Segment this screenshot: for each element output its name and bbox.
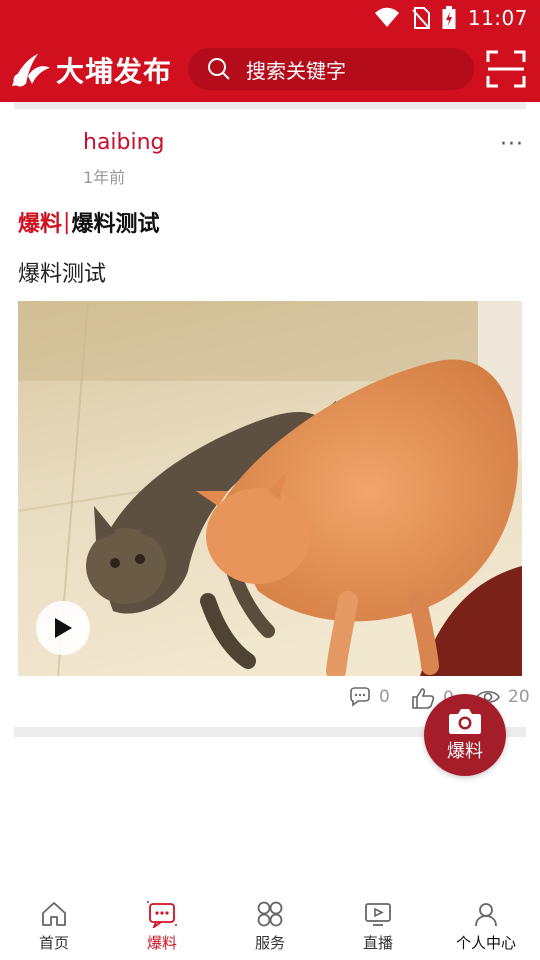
search-bar[interactable]: 搜索关键字 bbox=[188, 48, 474, 90]
search-icon bbox=[208, 58, 230, 80]
divider bbox=[14, 102, 526, 109]
play-icon bbox=[55, 618, 72, 638]
nav-label: 个人中心 bbox=[455, 934, 516, 952]
no-sim-icon bbox=[412, 7, 430, 29]
post-title-row: 爆料 | 爆料测试 bbox=[18, 206, 159, 238]
nav-home[interactable]: 首页 bbox=[0, 896, 108, 960]
nav-label: 服务 bbox=[254, 934, 285, 952]
kittens-photo bbox=[18, 301, 522, 676]
more-options-button[interactable]: ··· bbox=[500, 132, 524, 157]
nav-label: 直播 bbox=[362, 934, 393, 952]
message-dots-icon bbox=[147, 901, 177, 928]
view-count: 20 bbox=[508, 687, 530, 707]
tv-play-icon bbox=[365, 903, 391, 926]
nav-label: 爆料 bbox=[146, 934, 177, 952]
video-thumbnail[interactable] bbox=[18, 301, 522, 676]
app-name: 大埔发布 bbox=[56, 55, 173, 88]
post-title: 爆料测试 bbox=[71, 212, 160, 237]
thumbs-up-icon bbox=[412, 688, 435, 709]
report-fab-button[interactable]: 爆料 bbox=[424, 694, 506, 776]
nav-report[interactable]: 爆料 bbox=[108, 896, 216, 960]
camera-icon bbox=[449, 709, 481, 734]
grid-circles-icon bbox=[257, 901, 283, 927]
logo-mark-icon bbox=[12, 54, 50, 87]
home-icon bbox=[42, 902, 66, 926]
comment-stat[interactable]: 0 bbox=[349, 687, 390, 707]
post-time: 1年前 bbox=[83, 168, 126, 187]
fab-label: 爆料 bbox=[447, 741, 483, 762]
header: 大埔发布 搜索关键字 bbox=[0, 38, 540, 100]
comment-icon bbox=[350, 687, 370, 707]
comment-count: 0 bbox=[379, 687, 390, 707]
play-button[interactable] bbox=[36, 601, 90, 655]
bottom-nav: 首页 爆料 服务 直播 个人中心 bbox=[0, 896, 540, 960]
author-row: haibing 1年前 ··· bbox=[0, 128, 540, 188]
wifi-icon bbox=[374, 7, 399, 27]
scan-icon[interactable] bbox=[486, 50, 526, 88]
tag-separator: | bbox=[63, 209, 71, 235]
status-bar: 11:07 bbox=[0, 0, 540, 36]
author-name[interactable]: haibing bbox=[83, 130, 165, 155]
nav-profile[interactable]: 个人中心 bbox=[432, 896, 540, 960]
nav-live[interactable]: 直播 bbox=[324, 896, 432, 960]
app-logo: 大埔发布 bbox=[8, 48, 172, 92]
app-screen: 11:07 大埔发布 搜索关键字 haibing 1年前 ··· 爆料 | 爆料… bbox=[0, 0, 540, 960]
post-tag: 爆料 bbox=[18, 212, 63, 237]
status-time: 11:07 bbox=[467, 6, 528, 30]
user-icon bbox=[475, 903, 497, 927]
top-bar: 11:07 大埔发布 搜索关键字 bbox=[0, 0, 540, 102]
battery-icon bbox=[442, 6, 456, 29]
nav-services[interactable]: 服务 bbox=[216, 896, 324, 960]
search-placeholder: 搜索关键字 bbox=[246, 58, 346, 83]
post-content: 爆料测试 bbox=[18, 262, 107, 287]
nav-label: 首页 bbox=[38, 934, 69, 952]
